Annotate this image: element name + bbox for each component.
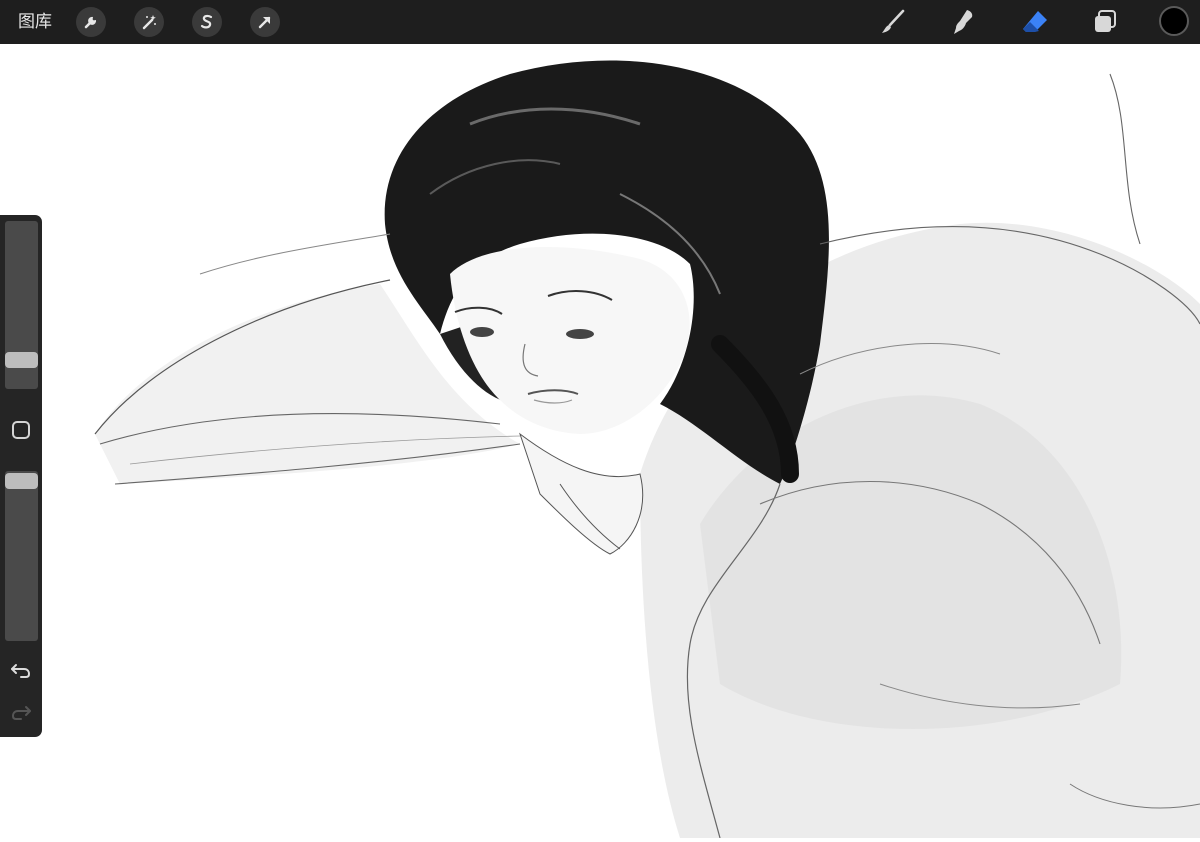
sketch-artwork: [0, 44, 1200, 839]
adjustments-button[interactable]: [134, 7, 164, 37]
selection-s-icon: [200, 14, 213, 29]
selection-button[interactable]: [192, 7, 222, 37]
brush-tool-button[interactable]: [877, 6, 909, 38]
undo-button[interactable]: [9, 657, 33, 681]
color-picker-button[interactable]: [1159, 6, 1189, 36]
opacity-thumb[interactable]: [5, 473, 38, 489]
gallery-button[interactable]: 图库: [18, 11, 52, 33]
undo-icon: [11, 664, 31, 678]
eraser-tool-button[interactable]: [1019, 6, 1051, 38]
eraser-icon: [1023, 11, 1047, 32]
transform-arrow-icon: [258, 16, 271, 29]
brush-icon: [882, 9, 905, 33]
transform-button[interactable]: [250, 7, 280, 37]
layers-button[interactable]: [1089, 6, 1121, 38]
modify-square-icon[interactable]: [12, 421, 30, 439]
magic-wand-icon: [142, 15, 156, 30]
wrench-icon: [84, 16, 97, 29]
drawing-canvas[interactable]: [0, 44, 1200, 839]
redo-icon: [11, 706, 31, 720]
smudge-icon: [954, 10, 973, 34]
redo-button[interactable]: [9, 699, 33, 723]
opacity-slider[interactable]: [5, 471, 38, 641]
left-sidebar: [0, 215, 42, 737]
top-toolbar: 图库: [0, 0, 1200, 44]
brush-size-thumb[interactable]: [5, 352, 38, 368]
actions-wrench-button[interactable]: [76, 7, 106, 37]
smudge-tool-button[interactable]: [947, 6, 979, 38]
layers-icon: [1095, 10, 1116, 32]
